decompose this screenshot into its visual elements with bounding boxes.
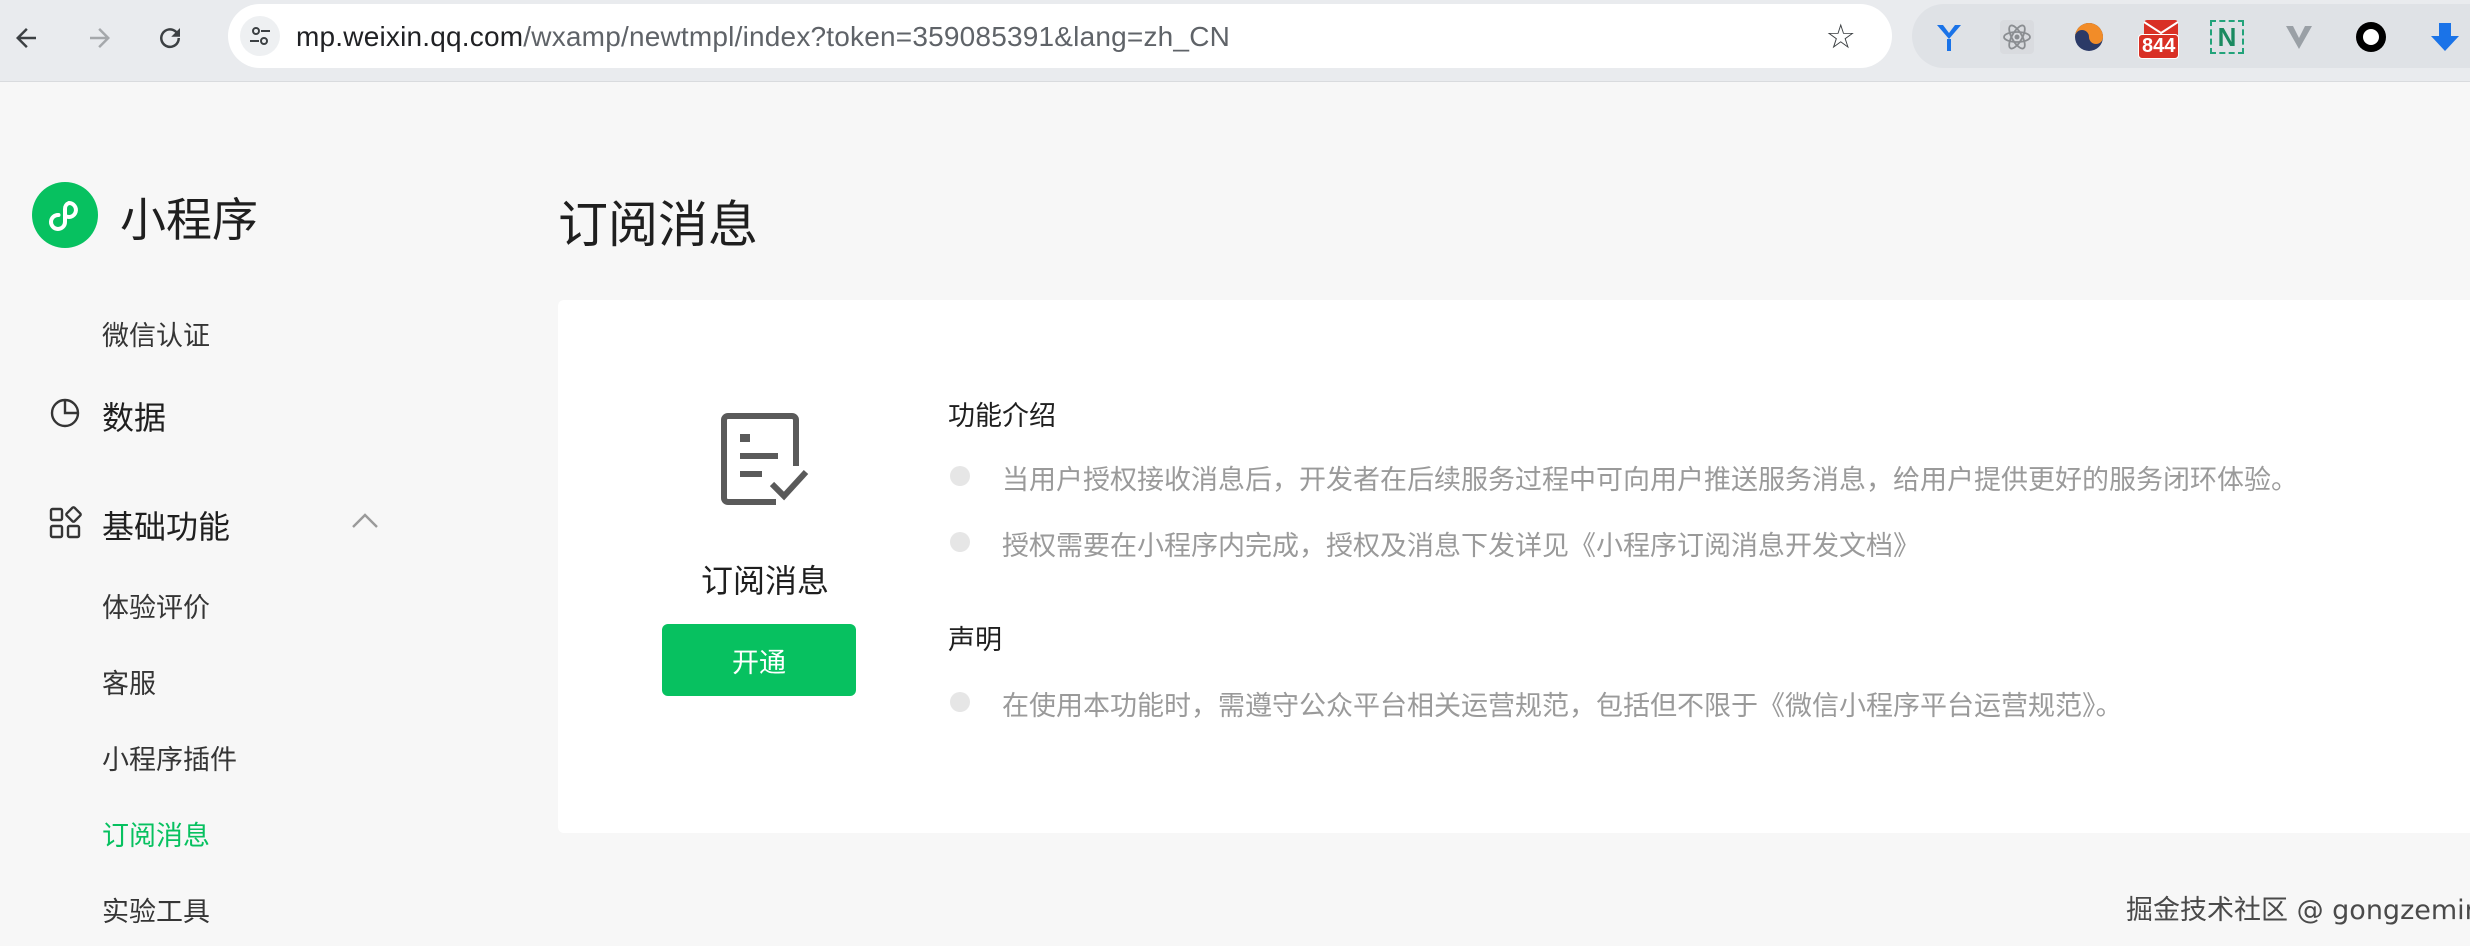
logo-title: 小程序 bbox=[120, 193, 258, 247]
sidebar-item-basic-features[interactable]: 基础功能 bbox=[102, 502, 230, 548]
chevron-up-icon[interactable] bbox=[348, 504, 382, 538]
pie-chart-icon bbox=[50, 398, 80, 428]
extension-badge-count: 844 bbox=[2138, 34, 2180, 59]
extension-badge-icon[interactable]: 844 bbox=[2134, 20, 2190, 59]
bullet-dot bbox=[950, 532, 970, 552]
back-button[interactable] bbox=[6, 18, 46, 58]
page-title: 订阅消息 bbox=[558, 196, 758, 254]
checked-document-icon bbox=[721, 413, 809, 505]
extension-n-icon[interactable]: N bbox=[2210, 20, 2244, 54]
statement-point-1[interactable]: 在使用本功能时，需遵守公众平台相关运营规范，包括但不限于《微信小程序平台运营规范… bbox=[1002, 684, 2123, 723]
extension-n-letter: N bbox=[2217, 21, 2237, 52]
sidebar-item-experience-rating[interactable]: 体验评价 bbox=[102, 586, 210, 625]
grid-icon bbox=[49, 506, 82, 539]
extension-download-icon[interactable] bbox=[2428, 20, 2462, 54]
feature-name: 订阅消息 bbox=[700, 562, 829, 600]
watermark: 掘金技术社区 @ gongzemin bbox=[2126, 895, 2470, 926]
statement-title: 声明 bbox=[948, 625, 1002, 656]
intro-point-1: 当用户授权接收消息后，开发者在后续服务过程中可向用户推送服务消息，给用户提供更好… bbox=[1002, 465, 2298, 496]
bullet-dot bbox=[950, 466, 970, 486]
sidebar-item-lab-tools[interactable]: 实验工具 bbox=[102, 890, 210, 929]
extension-swirl-icon[interactable] bbox=[2072, 20, 2106, 54]
intro-point-2[interactable]: 授权需要在小程序内完成，授权及消息下发详见《小程序订阅消息开发文档》 bbox=[1002, 524, 1920, 563]
react-devtools-icon[interactable] bbox=[2000, 20, 2034, 54]
sidebar-item-customer-service[interactable]: 客服 bbox=[102, 662, 156, 701]
sidebar-item-subscribe-message[interactable]: 订阅消息 bbox=[102, 814, 210, 853]
forward-button[interactable] bbox=[80, 18, 120, 58]
url-path: /wxamp/newtmpl/index?token=359085391&lan… bbox=[523, 21, 1231, 52]
sidebar-item-wechat-auth[interactable]: 微信认证 bbox=[102, 314, 210, 353]
bookmark-star-icon[interactable]: ☆ bbox=[1826, 17, 1856, 57]
extension-circle-icon[interactable] bbox=[2354, 20, 2388, 54]
extension-y-icon[interactable] bbox=[1932, 20, 1966, 54]
arrow-left-icon bbox=[16, 28, 36, 48]
site-info-button[interactable] bbox=[240, 16, 280, 56]
extensions-bar: 844 N bbox=[1912, 4, 2470, 68]
reload-button[interactable] bbox=[150, 18, 190, 58]
address-bar[interactable]: mp.weixin.qq.com/wxamp/newtmpl/index?tok… bbox=[228, 4, 1892, 68]
arrow-right-icon bbox=[90, 28, 110, 48]
reload-icon bbox=[160, 28, 181, 49]
tune-icon bbox=[250, 27, 270, 45]
sidebar-item-data[interactable]: 数据 bbox=[102, 393, 166, 439]
url-text[interactable]: mp.weixin.qq.com/wxamp/newtmpl/index?tok… bbox=[296, 21, 1230, 53]
browser-toolbar: mp.weixin.qq.com/wxamp/newtmpl/index?tok… bbox=[0, 0, 2470, 82]
intro-title: 功能介绍 bbox=[948, 401, 1056, 432]
extension-v-icon[interactable] bbox=[2282, 20, 2316, 54]
feature-card: 订阅消息 开通 功能介绍 当用户授权接收消息后，开发者在后续服务过程中可向用户推… bbox=[558, 300, 2470, 833]
url-host: mp.weixin.qq.com bbox=[296, 21, 524, 52]
miniprogram-logo-icon bbox=[32, 182, 98, 248]
bullet-dot bbox=[950, 692, 970, 712]
sidebar-item-plugins[interactable]: 小程序插件 bbox=[102, 738, 237, 777]
sidebar: 小程序 微信认证 数据 基础功能 体验评价 客服 小程序插件 订阅消息 实验工具 bbox=[0, 82, 540, 946]
enable-button[interactable]: 开通 bbox=[662, 624, 856, 696]
